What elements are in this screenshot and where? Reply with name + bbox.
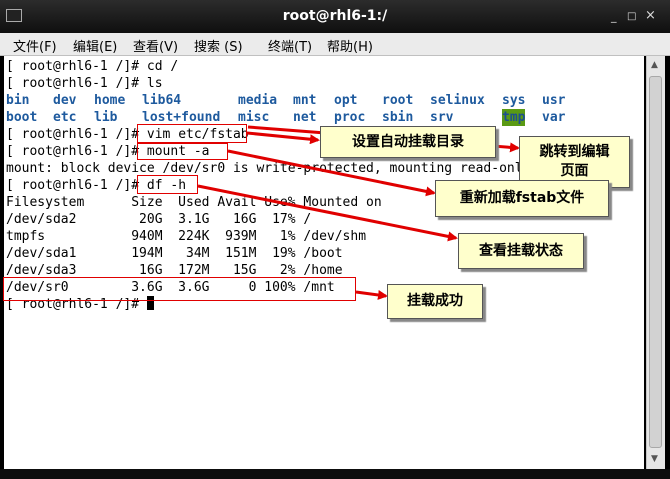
callout-set-dir: 设置自动挂载目录 xyxy=(320,126,496,158)
arrow-to-success xyxy=(355,289,388,300)
arrow-to-set-dir xyxy=(246,131,320,145)
callout-view-status: 查看挂载状态 xyxy=(458,233,584,269)
arrow-to-view-status xyxy=(197,184,458,242)
callout-remount: 重新加载fstab文件 xyxy=(435,180,609,217)
callout-success: 挂载成功 xyxy=(387,284,483,319)
